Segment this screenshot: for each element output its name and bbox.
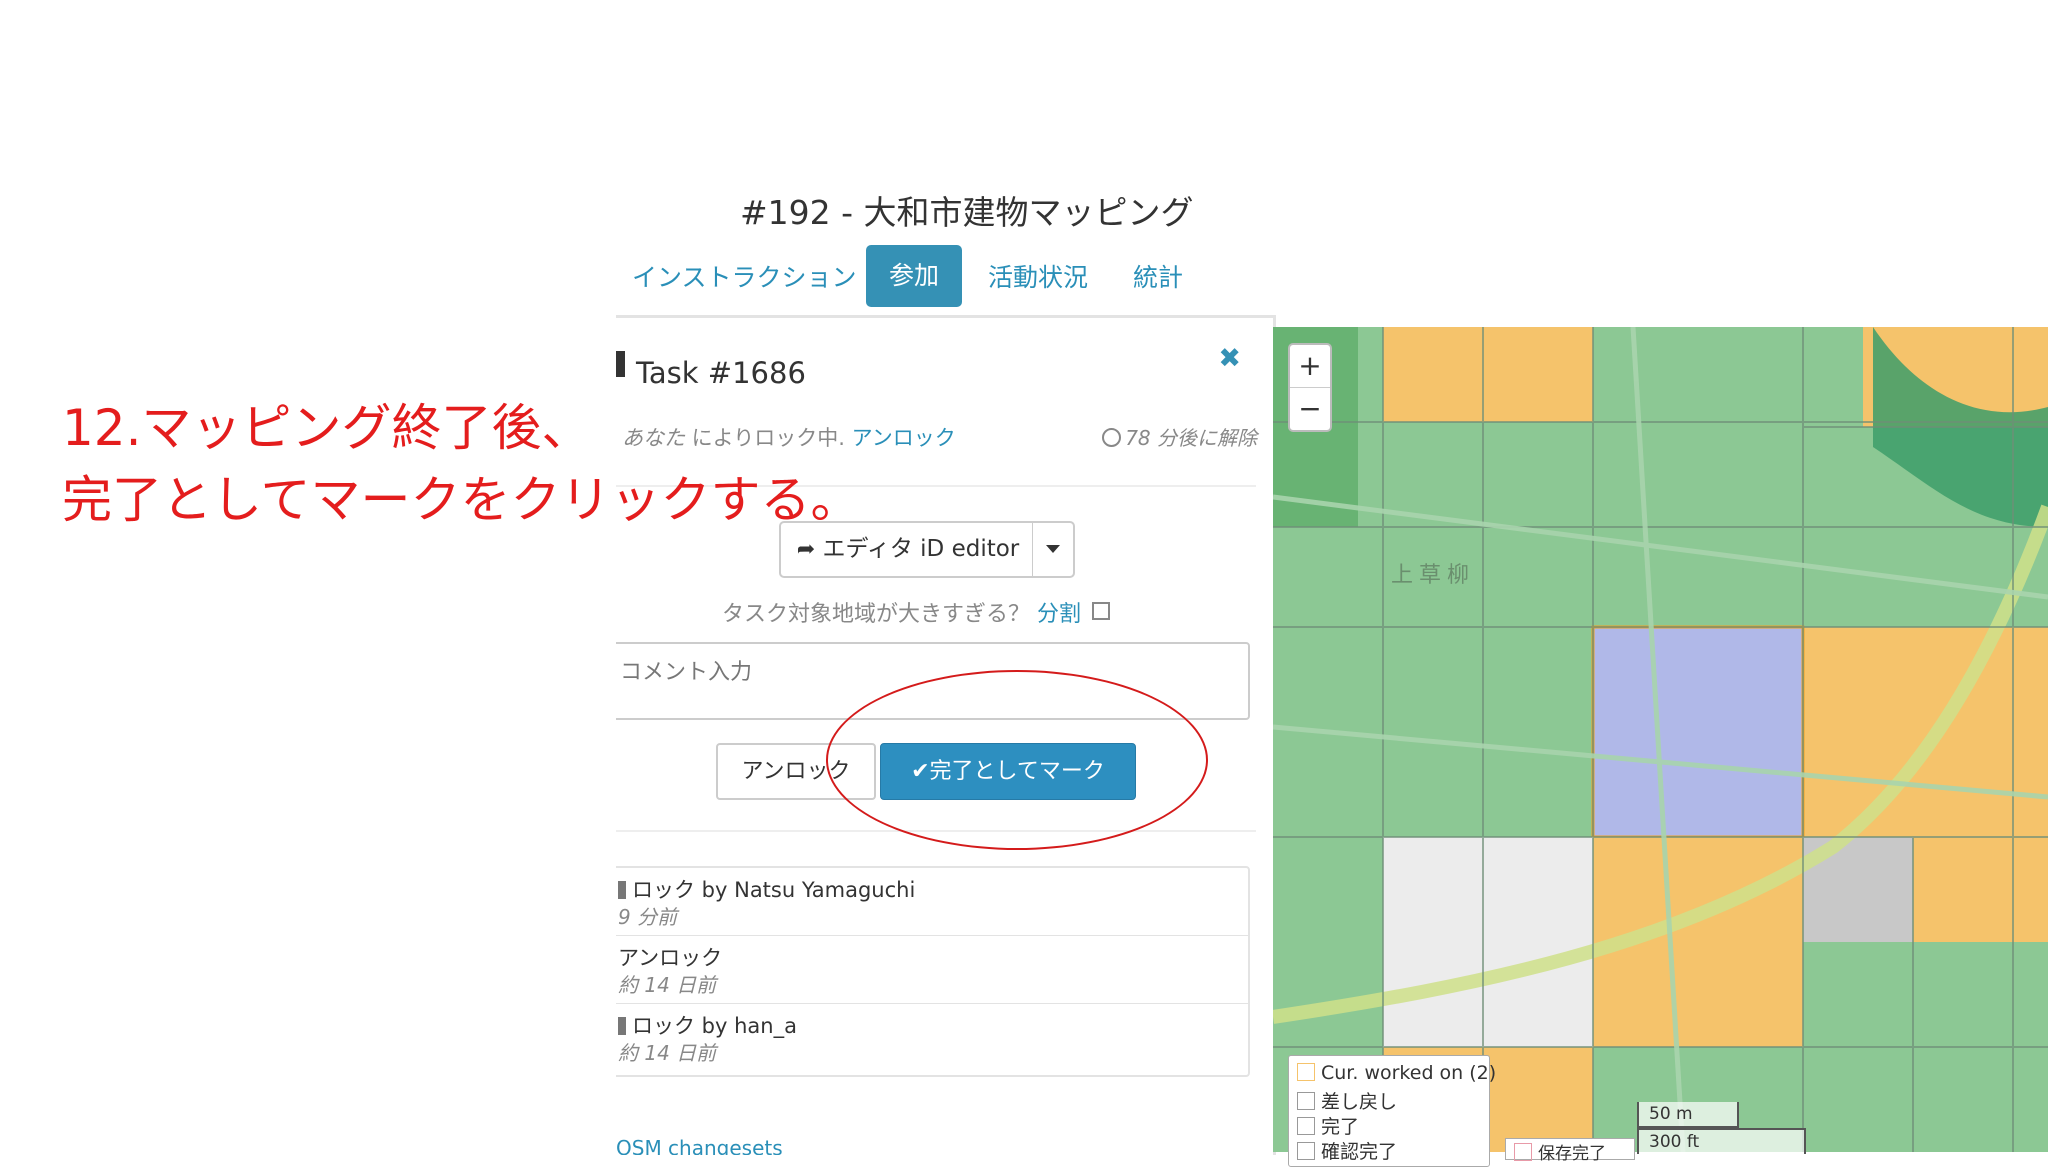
editor-label: エディタ iD editor	[822, 536, 1020, 562]
legend-item: 確認完了	[1297, 1137, 1397, 1164]
legend-swatch	[1297, 1063, 1315, 1081]
history-row: ロック by han_a 約 14 日前	[616, 1004, 1248, 1071]
split-prompt: タスク対象地域が大きすぎる？ 分割	[722, 596, 1111, 628]
lock-icon	[616, 351, 625, 377]
history-text: ロック by Natsu Yamaguchi	[632, 878, 916, 902]
scale-bar-imperial: 300 ft	[1637, 1128, 1806, 1154]
legend-swatch	[1297, 1142, 1315, 1160]
tab-instructions[interactable]: インストラクション	[632, 258, 857, 294]
caret-down-icon	[1046, 545, 1060, 553]
osm-changesets-link[interactable]: OSM changesets	[616, 1136, 783, 1155]
split-question: タスク対象地域が大きすぎる？	[722, 602, 1031, 627]
tab-stats[interactable]: 統計	[1133, 258, 1183, 294]
task-heading: Task #1686	[636, 356, 806, 390]
history-time: 約 14 日前	[618, 1041, 717, 1065]
annotation-line-2: 完了としてマークをクリックする。	[62, 471, 861, 529]
scale-bar-metric: 50 m	[1637, 1102, 1739, 1128]
history-time: 約 14 日前	[618, 973, 717, 997]
tutorial-annotation: 12.マッピング終了後、 完了としてマークをクリックする。	[62, 392, 861, 536]
legend-swatch	[1297, 1092, 1315, 1110]
zoom-in-button[interactable]: +	[1290, 345, 1330, 388]
split-link[interactable]: 分割	[1037, 602, 1081, 627]
unlock-link[interactable]: アンロック	[852, 426, 956, 450]
legend-item-saved: 保存完了	[1505, 1138, 1635, 1164]
zoom-out-button[interactable]: −	[1290, 388, 1330, 430]
task-map[interactable]: 上草柳	[1273, 327, 2048, 1152]
share-arrow-icon: ➦	[796, 537, 816, 562]
comment-placeholder: コメント入力	[620, 660, 753, 685]
map-legend: Cur. worked on (2) 差し戻し 完了 確認完了	[1288, 1055, 1496, 1167]
annotation-line-1: 12.マッピング終了後、	[62, 399, 592, 457]
history-text: アンロック	[618, 946, 723, 970]
legend-swatch	[1297, 1117, 1315, 1135]
clock-icon	[1102, 428, 1122, 447]
legend-item: 完了	[1297, 1112, 1359, 1139]
tab-activity[interactable]: 活動状況	[988, 258, 1088, 294]
close-icon[interactable]: ✖	[1218, 343, 1241, 374]
editor-dropdown-button[interactable]	[1032, 521, 1075, 578]
history-text: ロック by han_a	[632, 1014, 797, 1038]
lock-icon	[618, 1017, 626, 1035]
lock-timer-text: 78 分後に解除	[1125, 426, 1257, 450]
page-title: #192 - 大和市建物マッピング	[740, 193, 1194, 232]
legend-label: Cur. worked on (2)	[1321, 1062, 1497, 1084]
lock-timer: 78 分後に解除	[1102, 422, 1257, 451]
history-row: アンロック 約 14 日前	[616, 936, 1248, 1004]
legend-item: 差し戻し	[1297, 1087, 1397, 1114]
legend-item: Cur. worked on (2)	[1297, 1062, 1496, 1084]
legend-swatch	[1514, 1143, 1532, 1161]
highlight-oval	[826, 670, 1208, 850]
zoom-control: + −	[1288, 343, 1332, 432]
place-label: 上草柳	[1391, 563, 1476, 588]
history-row: ロック by Natsu Yamaguchi 9 分前	[616, 868, 1248, 936]
legend-label: 差し戻し	[1321, 1091, 1398, 1113]
tab-contribute[interactable]: 参加	[866, 245, 962, 307]
task-history: ロック by Natsu Yamaguchi 9 分前 アンロック 約 14 日…	[616, 866, 1250, 1077]
lock-icon	[618, 881, 626, 899]
legend-label: 保存完了	[1538, 1144, 1606, 1164]
map-tiles	[1273, 327, 2048, 1152]
legend-label: 完了	[1321, 1116, 1360, 1138]
split-icon	[1092, 602, 1111, 620]
legend-label: 確認完了	[1321, 1141, 1398, 1163]
history-time: 9 分前	[618, 905, 678, 929]
